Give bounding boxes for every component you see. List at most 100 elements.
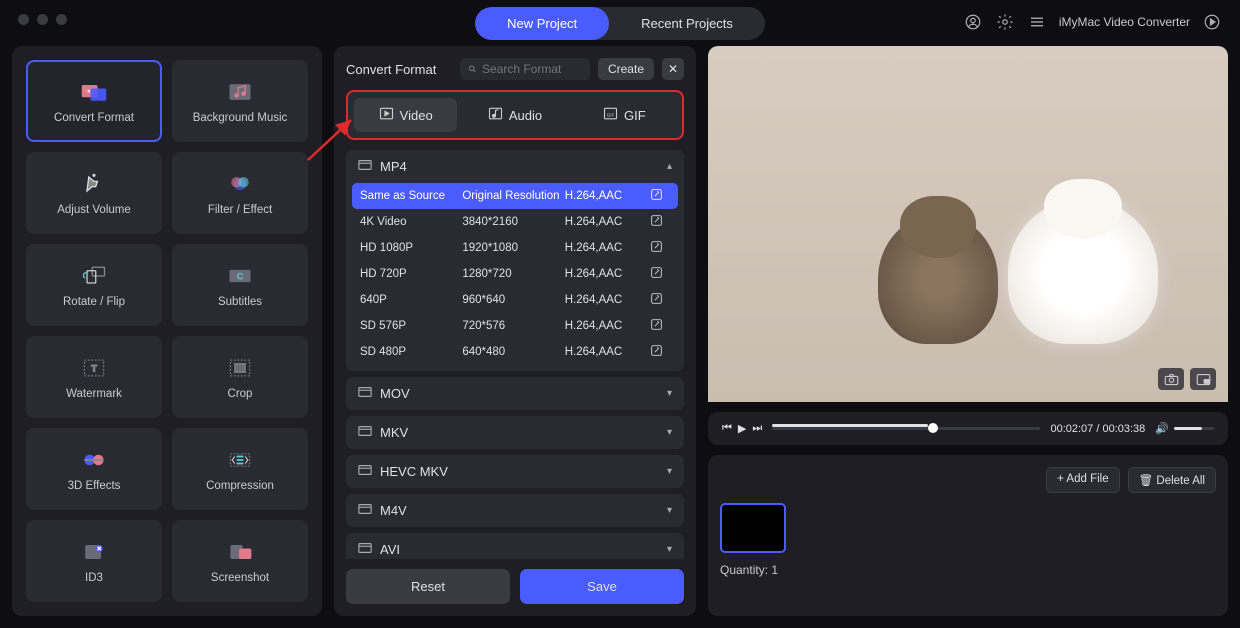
- menu-icon[interactable]: [1027, 12, 1047, 32]
- tab-audio[interactable]: Audio: [463, 98, 566, 132]
- tile-label: ID3: [85, 572, 103, 584]
- group-name: MP4: [380, 159, 407, 174]
- preset-codec: H.264,AAC: [565, 346, 650, 358]
- format-group-hevc-mkv: HEVC MKV▾: [346, 455, 684, 488]
- new-project-tab[interactable]: New Project: [475, 7, 609, 40]
- reset-button[interactable]: Reset: [346, 569, 510, 604]
- preset-resolution: 1280*720: [462, 268, 564, 280]
- codec-icon: [358, 502, 372, 519]
- edit-preset-icon[interactable]: [650, 344, 670, 360]
- tool-tile-volume[interactable]: Adjust Volume: [26, 152, 162, 234]
- preset-row[interactable]: HD 1080P1920*1080H.264,AAC: [352, 235, 678, 261]
- edit-preset-icon[interactable]: [650, 318, 670, 334]
- group-header[interactable]: MP4 ▴: [346, 150, 684, 183]
- queue-panel: + Add File 🗑 Delete All Quantity: 1: [708, 455, 1228, 616]
- preview-overlay: [1158, 368, 1216, 390]
- queue-quantity: Quantity: 1: [720, 563, 1216, 577]
- group-header[interactable]: M4V▾: [346, 494, 684, 527]
- preset-name: Same as Source: [360, 190, 462, 202]
- group-name: HEVC MKV: [380, 464, 448, 479]
- preset-resolution: 640*480: [462, 346, 564, 358]
- recent-projects-tab[interactable]: Recent Projects: [609, 7, 765, 40]
- close-panel-button[interactable]: ✕: [662, 58, 684, 80]
- group-header[interactable]: AVI▾: [346, 533, 684, 559]
- delete-all-button[interactable]: 🗑 Delete All: [1128, 467, 1216, 493]
- group-header[interactable]: MKV▾: [346, 416, 684, 449]
- tile-label: 3D Effects: [68, 480, 121, 492]
- id3-icon: [78, 538, 110, 566]
- tool-tile-id3[interactable]: ID3: [26, 520, 162, 602]
- preset-name: 640P: [360, 294, 462, 306]
- settings-gear-icon[interactable]: [995, 12, 1015, 32]
- progress-bar[interactable]: [772, 427, 1040, 430]
- tool-tile-3d[interactable]: 3D Effects: [26, 428, 162, 510]
- chevron-down-icon: ▾: [667, 427, 672, 438]
- tool-tile-convert[interactable]: Convert Format: [26, 60, 162, 142]
- tile-label: Rotate / Flip: [63, 296, 125, 308]
- group-body: Same as SourceOriginal Resolution H.264,A…: [346, 183, 684, 371]
- preview-image[interactable]: [708, 46, 1228, 402]
- next-icon[interactable]: ⏭: [752, 422, 762, 435]
- search-format-box[interactable]: [460, 58, 590, 80]
- preset-row[interactable]: 640P960*640H.264,AAC: [352, 287, 678, 313]
- queue-thumbnails: [720, 503, 1216, 553]
- tile-label: Compression: [206, 480, 274, 492]
- volume-slider[interactable]: [1174, 427, 1214, 430]
- play-icon[interactable]: ▶: [738, 422, 746, 435]
- create-button[interactable]: Create: [598, 58, 654, 80]
- preset-row[interactable]: 4K Video3840*2160H.264,AAC: [352, 209, 678, 235]
- chevron-up-icon: ▴: [667, 161, 672, 172]
- edit-preset-icon[interactable]: [650, 188, 670, 204]
- preset-resolution: Original Resolution: [462, 190, 564, 202]
- format-group-mov: MOV▾: [346, 377, 684, 410]
- tab-label: GIF: [624, 108, 646, 123]
- tool-tile-shot[interactable]: Screenshot: [172, 520, 308, 602]
- svg-text:C: C: [237, 272, 244, 282]
- tool-tile-sub[interactable]: CSubtitles: [172, 244, 308, 326]
- preset-resolution: 3840*2160: [462, 216, 564, 228]
- group-header[interactable]: MOV▾: [346, 377, 684, 410]
- chevron-down-icon: ▾: [667, 505, 672, 516]
- tile-label: Screenshot: [211, 572, 269, 584]
- edit-preset-icon[interactable]: [650, 240, 670, 256]
- tool-tile-filter[interactable]: Filter / Effect: [172, 152, 308, 234]
- edit-preset-icon[interactable]: [650, 292, 670, 308]
- format-list: MP4 ▴ Same as SourceOriginal Resolution H.2…: [346, 150, 684, 559]
- tab-video[interactable]: Video: [354, 98, 457, 132]
- codec-icon: [358, 424, 372, 441]
- edit-preset-icon[interactable]: [650, 214, 670, 230]
- app-play-icon[interactable]: [1202, 12, 1222, 32]
- tool-tile-rotate[interactable]: Rotate / Flip: [26, 244, 162, 326]
- tool-tile-compress[interactable]: Compression: [172, 428, 308, 510]
- preset-row[interactable]: SD 480P640*480H.264,AAC: [352, 339, 678, 365]
- sub-icon: C: [224, 262, 256, 290]
- tile-label: Crop: [228, 388, 253, 400]
- center-panel: Convert Format Create ✕ VideoAudioGIFGIF…: [334, 46, 696, 616]
- search-input[interactable]: [482, 62, 582, 76]
- fullscreen-icon[interactable]: [1190, 368, 1216, 390]
- group-header[interactable]: HEVC MKV▾: [346, 455, 684, 488]
- volume-control[interactable]: 🔊: [1155, 422, 1214, 435]
- save-button[interactable]: Save: [520, 569, 684, 604]
- tab-label: Video: [400, 108, 433, 123]
- account-icon[interactable]: [963, 12, 983, 32]
- preset-row[interactable]: HD 720P1280*720H.264,AAC: [352, 261, 678, 287]
- snapshot-icon[interactable]: [1158, 368, 1184, 390]
- preset-row[interactable]: Same as SourceOriginal ResolutionH.264,A…: [352, 183, 678, 209]
- preset-codec: H.264,AAC: [565, 294, 650, 306]
- group-name: AVI: [380, 542, 400, 557]
- queue-item[interactable]: [720, 503, 786, 553]
- tool-tile-crop[interactable]: Crop: [172, 336, 308, 418]
- tile-label: Convert Format: [54, 112, 134, 124]
- preset-row[interactable]: SD 576P720*576H.264,AAC: [352, 313, 678, 339]
- edit-preset-icon[interactable]: [650, 266, 670, 282]
- prev-icon[interactable]: ⏮: [722, 422, 732, 435]
- volume-icon[interactable]: 🔊: [1155, 422, 1169, 435]
- codec-icon: [358, 541, 372, 558]
- tool-tile-bgm[interactable]: Background Music: [172, 60, 308, 142]
- tool-tile-watermark[interactable]: TWatermark: [26, 336, 162, 418]
- format-group-avi: AVI▾: [346, 533, 684, 559]
- add-file-button[interactable]: + Add File: [1046, 467, 1119, 493]
- crop-icon: [224, 354, 256, 382]
- tab-gif[interactable]: GIFGIF: [573, 98, 676, 132]
